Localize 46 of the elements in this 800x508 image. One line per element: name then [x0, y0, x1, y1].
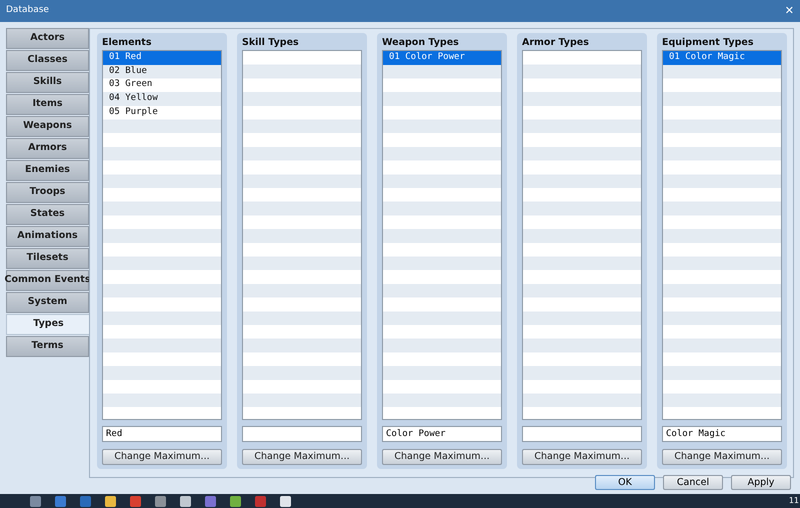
database-tab[interactable]: Actors	[6, 28, 89, 49]
name-field[interactable]: Color Power	[382, 426, 502, 442]
close-button[interactable]: ✕	[784, 2, 794, 20]
list-item[interactable]: 03 Green	[103, 78, 221, 92]
database-tab[interactable]: Items	[6, 94, 89, 115]
app-icon[interactable]	[180, 496, 191, 506]
dialog-button[interactable]: Cancel	[663, 475, 723, 490]
database-tab[interactable]: Armors	[6, 138, 89, 159]
database-tab[interactable]: Terms	[6, 336, 89, 357]
database-tab[interactable]: States	[6, 204, 89, 225]
app-icon[interactable]	[230, 496, 241, 506]
dialog-button[interactable]: Apply	[731, 475, 791, 490]
change-maximum-button[interactable]: Change Maximum...	[522, 449, 642, 465]
name-field[interactable]: Color Magic	[662, 426, 782, 442]
list-item[interactable]: 01 Red	[103, 51, 221, 65]
database-tab[interactable]: Animations	[6, 226, 89, 247]
panel-title: Weapon Types	[382, 36, 460, 50]
app-icon[interactable]	[105, 496, 116, 506]
panel-title: Skill Types	[242, 36, 300, 50]
panel-title: Elements	[102, 36, 152, 50]
database-tab[interactable]: Troops	[6, 182, 89, 203]
list-item[interactable]: 01 Color Magic	[663, 51, 781, 65]
dialog-button[interactable]: OK	[595, 475, 655, 490]
name-field[interactable]: Red	[102, 426, 222, 442]
list-item[interactable]: 05 Purple	[103, 106, 221, 120]
list-item[interactable]: 01 Color Power	[383, 51, 501, 65]
change-maximum-button[interactable]: Change Maximum...	[662, 449, 782, 465]
name-field[interactable]	[242, 426, 362, 442]
database-tab[interactable]: Tilesets	[6, 248, 89, 269]
database-tab[interactable]: Weapons	[6, 116, 89, 137]
panel-title: Armor Types	[522, 36, 590, 50]
change-maximum-button[interactable]: Change Maximum...	[102, 449, 222, 465]
app-icon[interactable]	[280, 496, 291, 506]
database-tab[interactable]: Common Events	[6, 270, 89, 291]
database-tab[interactable]: System	[6, 292, 89, 313]
database-tab[interactable]: Types	[6, 314, 91, 335]
name-field[interactable]	[522, 426, 642, 442]
change-maximum-button[interactable]: Change Maximum...	[382, 449, 502, 465]
database-tab[interactable]: Classes	[6, 50, 89, 71]
database-tab[interactable]: Enemies	[6, 160, 89, 181]
panel-title: Equipment Types	[662, 36, 755, 50]
clock-text: 11	[788, 495, 799, 507]
window-title: Database	[6, 4, 49, 18]
database-tab[interactable]: Skills	[6, 72, 89, 93]
app-icon[interactable]	[155, 496, 166, 506]
change-maximum-button[interactable]: Change Maximum...	[242, 449, 362, 465]
